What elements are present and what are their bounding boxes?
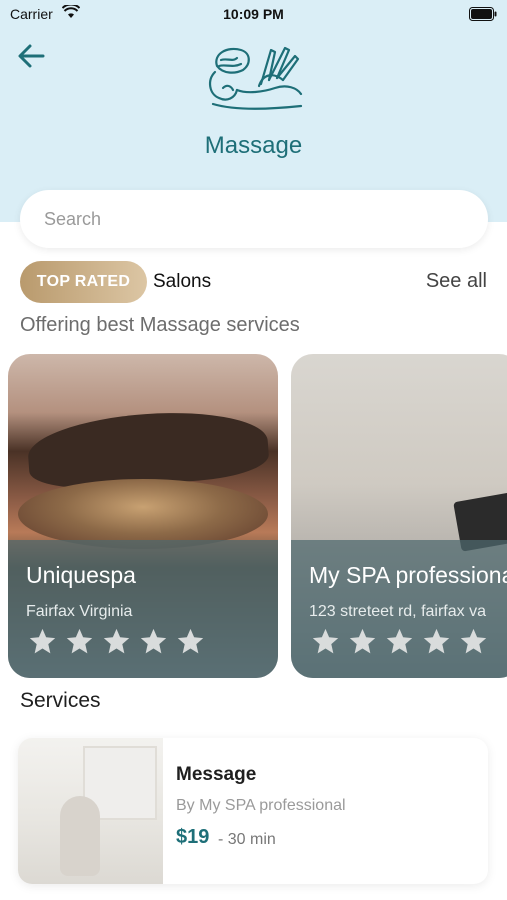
- star-icon: [423, 628, 450, 654]
- salon-location: Fairfax Virginia: [26, 603, 133, 620]
- status-bar: Carrier 10:09 PM: [0, 0, 507, 30]
- service-provider: By My SPA professional: [176, 797, 346, 814]
- battery-icon: [469, 7, 497, 21]
- service-price: $19: [176, 826, 210, 848]
- card-photo-eyelid: [18, 479, 268, 549]
- back-button[interactable]: [16, 42, 46, 70]
- top-rated-badge: TOP RATED: [20, 261, 147, 303]
- see-all-link[interactable]: See all: [426, 270, 487, 293]
- services-title: Services: [20, 689, 101, 712]
- star-icon: [177, 628, 204, 654]
- service-image: [18, 738, 163, 884]
- search-input[interactable]: [20, 190, 488, 248]
- star-rating: [28, 627, 205, 656]
- arrow-left-icon: [18, 44, 45, 68]
- salons-label: Salons: [153, 271, 212, 292]
- salon-name: My SPA professional: [309, 562, 507, 588]
- page-title: Massage: [204, 132, 303, 159]
- service-duration: - 30 min: [218, 831, 276, 848]
- star-icon: [349, 628, 376, 654]
- star-icon: [140, 628, 167, 654]
- salon-card-uniquespa[interactable]: Uniquespa Fairfax Virginia: [8, 354, 278, 678]
- salon-card-my-spa-professional[interactable]: My SPA professional 123 streteet rd, fai…: [291, 354, 507, 678]
- star-rating: [311, 627, 488, 656]
- star-icon: [66, 628, 93, 654]
- service-card[interactable]: Message By My SPA professional $19 - 30 …: [18, 738, 488, 884]
- salon-name: Uniquespa: [26, 562, 136, 588]
- service-photo-person: [60, 796, 100, 876]
- status-time: 10:09 PM: [223, 6, 284, 22]
- star-icon: [29, 628, 56, 654]
- service-name: Message: [176, 764, 257, 785]
- star-icon: [312, 628, 339, 654]
- star-icon: [103, 628, 130, 654]
- star-icon: [460, 628, 487, 654]
- salon-location: 123 streteet rd, fairfax va: [309, 603, 486, 620]
- star-icon: [386, 628, 413, 654]
- massage-icon: [209, 46, 303, 110]
- section-subtitle: Offering best Massage services: [20, 314, 300, 336]
